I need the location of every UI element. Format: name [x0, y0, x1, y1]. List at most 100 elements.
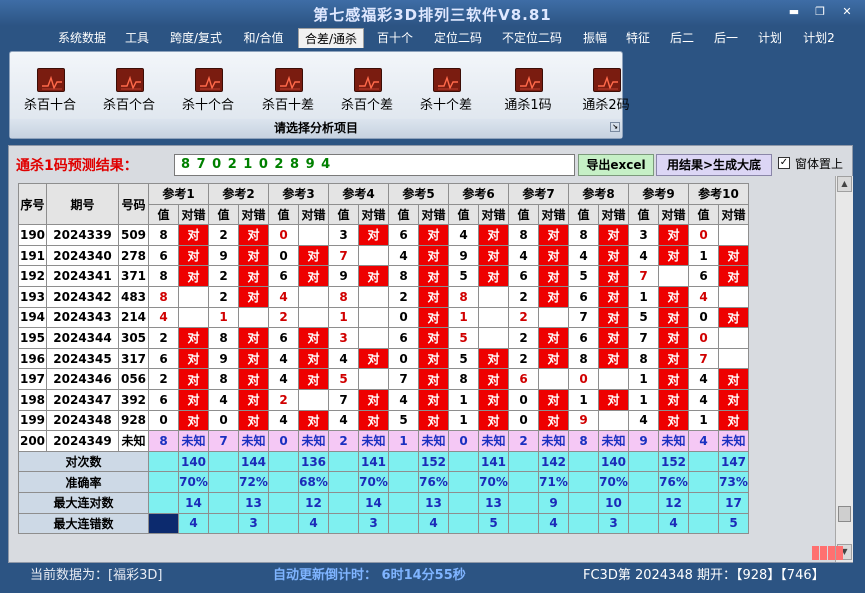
stats-spacer	[568, 450, 599, 473]
stats-value: 70%	[598, 471, 629, 493]
header-value: 值	[328, 203, 359, 226]
cell-hit: 对	[718, 244, 749, 267]
row-period: 2024347	[46, 388, 119, 411]
menu-last-one[interactable]: 后一	[708, 28, 744, 48]
ribbon-button-kill-shi-ge-sum[interactable]: 杀十个合	[173, 66, 243, 118]
header-ref[interactable]: 参考7	[508, 183, 569, 205]
ribbon-button-kill-shi-ge-diff[interactable]: 杀十个差	[411, 66, 481, 118]
menu-system-data[interactable]: 系统数据	[52, 28, 112, 48]
menu-bai-shi-ge[interactable]: 百十个	[372, 28, 418, 48]
prediction-result-field[interactable]: 8 7 0 2 1 0 2 8 9 4	[174, 154, 575, 176]
ribbon-button-kill-bai-shi-sum[interactable]: 杀百十合	[15, 66, 85, 118]
menu-feature[interactable]: 特征	[620, 28, 656, 48]
cell-value: 0	[208, 409, 239, 432]
stats-value: 76%	[658, 471, 689, 493]
minimize-button[interactable]: ▬	[783, 4, 805, 20]
menu-tongsha[interactable]: 合差/通杀	[298, 28, 364, 48]
table-row[interactable]: 200 2024349 未知 8 未知 7 未知 0 未知 2 未知 1 未知 0 未知 2 未知 8 未知 9 未知 4…	[18, 430, 749, 452]
scroll-thumb[interactable]	[838, 506, 851, 522]
ribbon-expand-icon[interactable]: ↘	[610, 122, 620, 132]
stats-spacer	[508, 450, 539, 473]
ribbon-button-label: 通杀2码	[582, 98, 630, 113]
row-seq: 194	[18, 306, 47, 329]
ribbon-button-tongsha-2[interactable]: 通杀2码	[571, 66, 641, 118]
resize-grip-icon[interactable]	[812, 545, 850, 560]
close-button[interactable]: ✕	[836, 4, 858, 20]
ribbon-button-kill-bai-shi-diff[interactable]: 杀百十差	[253, 66, 323, 118]
row-period: 2024340	[46, 244, 119, 267]
table-row[interactable]: 193 2024342 483 8 2 对 4 8 2 对 8 2 对 6 对 1 对 4	[18, 285, 749, 308]
menu-dingwei-2[interactable]: 定位二码	[428, 28, 488, 48]
ribbon-button-kill-bai-ge-sum[interactable]: 杀百个合	[94, 66, 164, 118]
menu-tools[interactable]: 工具	[118, 28, 156, 48]
header-ref[interactable]: 参考10	[688, 183, 749, 205]
header-ref[interactable]: 参考6	[448, 183, 509, 205]
cell-value: 2	[508, 347, 539, 370]
chart-icon	[593, 68, 621, 92]
cell-hit: 未知	[298, 430, 329, 452]
ribbon-button-tongsha-1[interactable]: 通杀1码	[493, 66, 563, 118]
cell-hit: 对	[478, 347, 509, 370]
prediction-table: 序号 期号 号码 参考1 参考2 参考3 参考4 参考5 参考6 参考7 参考8 参考9 参考10 值对错…	[18, 182, 749, 535]
cell-hit: 对	[238, 388, 269, 411]
cell-value: 8	[148, 285, 179, 308]
cell-hit: 对	[418, 388, 449, 411]
header-value: 值	[568, 203, 599, 226]
header-ref[interactable]: 参考2	[208, 183, 269, 205]
header-ref[interactable]: 参考8	[568, 183, 629, 205]
table-row[interactable]: 192 2024341 371 8 对 2 对 6 对 9 对 8 对 5 对 6 对 5 对 7 6 对	[18, 265, 749, 287]
table-row[interactable]: 191 2024340 278 6 对 9 对 0 对 7 4 对 9 对 4 对 4 对 4 对 1 对	[18, 244, 749, 267]
cell-value: 8	[448, 368, 479, 390]
header-ref[interactable]: 参考9	[628, 183, 689, 205]
maximize-button[interactable]: ❐	[809, 4, 831, 20]
cell-value: 2	[388, 285, 419, 308]
header-ref[interactable]: 参考1	[148, 183, 209, 205]
stats-spacer	[568, 491, 599, 514]
stats-spacer	[628, 450, 659, 473]
header-ref[interactable]: 参考4	[328, 183, 389, 205]
cell-hit	[478, 327, 509, 349]
stats-value: 141	[478, 450, 509, 473]
vertical-scrollbar[interactable]: ▲ ▼	[835, 176, 853, 562]
cell-value: 2	[208, 265, 239, 287]
cell-hit: 对	[358, 409, 389, 432]
cell-hit	[598, 409, 629, 432]
menu-span[interactable]: 跨度/复式	[164, 28, 228, 48]
export-excel-button[interactable]: 导出excel	[578, 154, 654, 176]
stats-spacer	[268, 450, 299, 473]
cell-value: 3	[328, 224, 359, 246]
scroll-up-icon[interactable]: ▲	[837, 176, 852, 192]
cell-value: 1	[568, 388, 599, 411]
cell-value: 7	[688, 347, 719, 370]
table-row[interactable]: 190 2024339 509 8 对 2 对 0 3 对 6 对 4 对 8 对 8 对 3 对 0	[18, 224, 749, 246]
menu-plan-2[interactable]: 计划2	[797, 28, 841, 48]
stats-value: 14	[358, 491, 389, 514]
menu-amplitude[interactable]: 振幅	[577, 28, 613, 48]
cell-hit	[358, 306, 389, 329]
table-row[interactable]: 195 2024344 305 2 对 8 对 6 对 3 6 对 5 2 对 6 对 7 对 0	[18, 327, 749, 349]
cell-hit: 未知	[598, 430, 629, 452]
cell-value: 2	[508, 327, 539, 349]
menu-last-two[interactable]: 后二	[664, 28, 700, 48]
table-row[interactable]: 194 2024343 214 4 1 2 1 0 对 1 2 7 对 5 对 0 对	[18, 306, 749, 329]
cell-hit: 对	[718, 306, 749, 329]
table-row[interactable]: 196 2024345 317 6 对 9 对 4 对 4 对 0 对 5 对 2 对 8 对 8 对 7	[18, 347, 749, 370]
table-row[interactable]: 199 2024348 928 0 对 0 对 4 对 4 对 5 对 1 对 0 对 9 4 对 1 对	[18, 409, 749, 432]
chart-icon	[354, 68, 382, 92]
table-row[interactable]: 197 2024346 056 2 对 8 对 4 对 5 7 对 8 对 6 0 1 对 4 对	[18, 368, 749, 390]
stats-value: 71%	[538, 471, 569, 493]
menu-budingwei-2[interactable]: 不定位二码	[496, 28, 568, 48]
generate-base-button[interactable]: 用结果>生成大底	[656, 154, 772, 176]
cell-value: 5	[628, 306, 659, 329]
stats-value: 13	[478, 491, 509, 514]
ribbon-button-kill-bai-ge-diff[interactable]: 杀百个差	[332, 66, 402, 118]
menu-sum[interactable]: 和/合值	[236, 28, 291, 48]
table-row[interactable]: 198 2024347 392 6 对 4 对 2 7 对 4 对 1 对 0 对 1 对 1 对 4 对	[18, 388, 749, 411]
row-period: 2024341	[46, 265, 119, 287]
cell-hit: 对	[658, 409, 689, 432]
menu-plan[interactable]: 计划	[752, 28, 788, 48]
header-ref[interactable]: 参考5	[388, 183, 449, 205]
row-code: 317	[118, 347, 149, 370]
header-ref[interactable]: 参考3	[268, 183, 329, 205]
ontop-checkbox[interactable]: ✓	[778, 157, 790, 169]
